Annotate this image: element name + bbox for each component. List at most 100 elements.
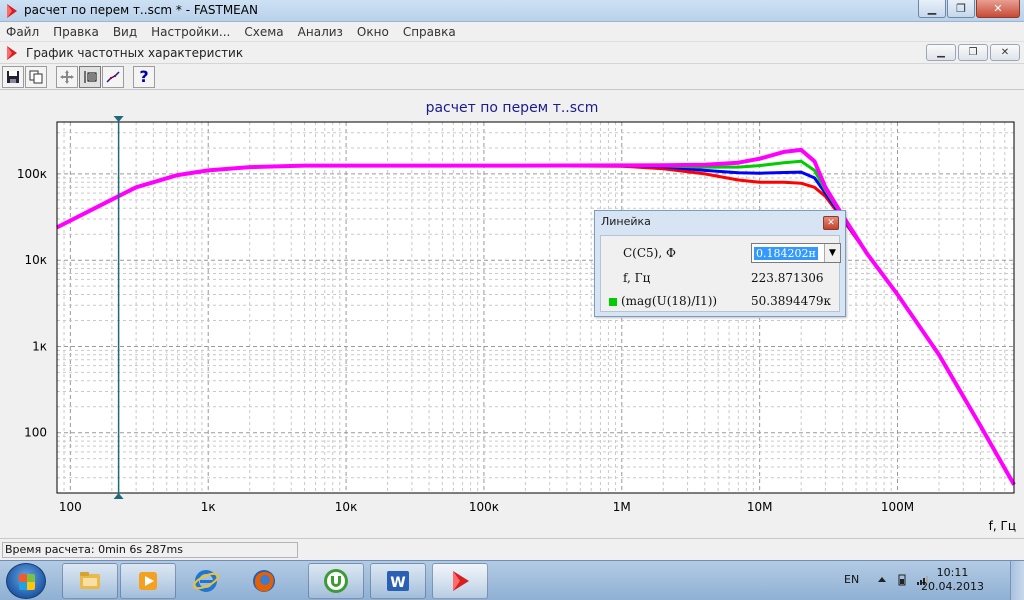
- ruler-dialog[interactable]: Линейка ✕ C(C5), Ф 0.184202н ▼ f, Гц 223…: [594, 210, 846, 317]
- clock-date: 20.04.2013: [921, 580, 984, 593]
- graph-window-icon[interactable]: [4, 45, 20, 61]
- calc-time-status: Время расчета: 0min 6s 287ms: [2, 542, 298, 558]
- param-label: C(C5), Ф: [623, 246, 676, 260]
- help-icon: ?: [139, 67, 149, 86]
- series-color-swatch: [609, 298, 617, 306]
- taskbar: W EN 10:11 20.04.2013: [0, 560, 1024, 600]
- x-tick-label: 10M: [747, 500, 773, 514]
- child-window-bar: График частотных характеристик ▁ ❐ ✕: [0, 42, 1024, 64]
- save-icon: [7, 70, 19, 83]
- menu-analysis[interactable]: Анализ: [291, 25, 350, 39]
- copy-button[interactable]: [25, 65, 47, 88]
- cursor-top-marker: [113, 116, 124, 122]
- ruler-icon: [84, 70, 97, 83]
- show-desktop-button[interactable]: [1010, 561, 1024, 600]
- param-value-select[interactable]: 0.184202н ▼: [751, 243, 841, 263]
- firefox-icon: [253, 570, 275, 592]
- menu-view[interactable]: Вид: [106, 25, 144, 39]
- restore-icon: ❐: [968, 47, 978, 58]
- chevron-down-icon[interactable]: ▼: [824, 244, 840, 262]
- frequency-value: 223.871306: [751, 271, 824, 285]
- window-title: расчет по перем т..scm * - FASTMEAN: [24, 3, 258, 17]
- svg-text:W: W: [390, 575, 405, 591]
- menu-window[interactable]: Окно: [350, 25, 396, 39]
- line-marker-icon: [106, 70, 120, 83]
- close-icon: ✕: [827, 218, 835, 228]
- internet-explorer-icon: [193, 570, 219, 592]
- restore-button[interactable]: ❐: [947, 0, 975, 18]
- y-tick-label: 10к: [24, 253, 47, 267]
- clock[interactable]: 10:11 20.04.2013: [921, 566, 984, 594]
- y-tick-label: 100к: [17, 167, 47, 181]
- language-indicator[interactable]: EN: [844, 573, 859, 586]
- folder-icon: [80, 572, 100, 589]
- word-icon: W: [387, 571, 409, 591]
- param-value: 0.184202н: [754, 246, 818, 260]
- taskbar-utorrent[interactable]: [308, 563, 364, 599]
- taskbar-internet-explorer[interactable]: [178, 563, 234, 599]
- y-tick-label: 1к: [32, 339, 47, 353]
- plot-background: [56, 121, 1015, 494]
- taskbar-explorer[interactable]: [62, 563, 118, 599]
- ruler-close-button[interactable]: ✕: [823, 216, 839, 230]
- taskbar-firefox[interactable]: [236, 563, 292, 599]
- pan-button[interactable]: [56, 65, 78, 88]
- x-tick-label: 10к: [335, 500, 358, 514]
- x-tick-label: 100: [59, 500, 82, 514]
- minimize-icon: ▁: [927, 2, 937, 15]
- taskbar-word[interactable]: W: [370, 563, 426, 599]
- clock-time: 10:11: [936, 566, 969, 579]
- close-icon: ✕: [1000, 47, 1010, 58]
- battery-icon[interactable]: [896, 574, 908, 586]
- menu-edit[interactable]: Правка: [46, 25, 106, 39]
- close-icon: ✕: [993, 2, 1003, 15]
- child-close-button[interactable]: ✕: [990, 44, 1020, 61]
- child-window-title: График частотных характеристик: [26, 46, 244, 60]
- app-window: расчет по перем т..scm * - FASTMEAN ▁ ❐ …: [0, 0, 1024, 600]
- minimize-button[interactable]: ▁: [918, 0, 946, 18]
- windows-logo-icon: [19, 574, 35, 590]
- menu-schematic[interactable]: Схема: [237, 25, 290, 39]
- x-tick-label: 1к: [201, 500, 216, 514]
- window-controls: ▁ ❐ ✕: [918, 0, 1020, 18]
- menu-settings[interactable]: Настройки...: [144, 25, 237, 39]
- minimize-icon: ▁: [937, 47, 945, 58]
- save-button[interactable]: [2, 65, 24, 88]
- fastmean-icon: [453, 571, 469, 591]
- plot-area[interactable]: расчет по перем т..scm 100 1к 10к 100к 1M 10M…: [0, 90, 1024, 538]
- taskbar-media-player[interactable]: [120, 563, 176, 599]
- menu-file[interactable]: Файл: [0, 25, 46, 39]
- help-button[interactable]: ?: [133, 65, 155, 88]
- menu-help[interactable]: Справка: [396, 25, 463, 39]
- frequency-chart[interactable]: 100 1к 10к 100к 1M 10M 100M 100 1к 10к 100к f, Гц: [0, 90, 1024, 538]
- child-minimize-button[interactable]: ▁: [926, 44, 956, 61]
- menu-bar: Файл Правка Вид Настройки... Схема Анали…: [0, 22, 1024, 42]
- frequency-label: f, Гц: [623, 271, 651, 285]
- start-button[interactable]: [6, 563, 46, 599]
- utorrent-icon: [324, 569, 348, 593]
- x-axis-label: f, Гц: [989, 519, 1016, 533]
- ruler-title: Линейка: [601, 215, 651, 228]
- move-icon: [60, 69, 74, 84]
- toolbar: ?: [0, 64, 1024, 90]
- y-tick-label: 100: [24, 426, 47, 440]
- marker-button[interactable]: [102, 65, 124, 88]
- system-tray: EN 10:11 20.04.2013: [824, 561, 1024, 600]
- cursor-bottom-marker: [113, 493, 124, 499]
- copy-icon: [29, 70, 43, 83]
- restore-icon: ❐: [956, 2, 966, 15]
- taskbar-fastmean[interactable]: [432, 563, 488, 599]
- status-bar: Время расчета: 0min 6s 287ms: [0, 538, 1024, 560]
- show-hidden-icons-icon[interactable]: [876, 574, 888, 586]
- child-window-controls: ▁ ❐ ✕: [926, 44, 1020, 61]
- child-restore-button[interactable]: ❐: [958, 44, 988, 61]
- fastmean-app-icon[interactable]: [4, 3, 20, 19]
- ruler-button[interactable]: [79, 65, 101, 88]
- magnitude-value: 50.3894479к: [751, 294, 832, 308]
- x-tick-label: 100к: [469, 500, 499, 514]
- media-player-icon: [139, 572, 157, 590]
- x-tick-label: 100M: [881, 500, 914, 514]
- close-button[interactable]: ✕: [976, 0, 1020, 18]
- ruler-body: C(C5), Ф 0.184202н ▼ f, Гц 223.871306 (m…: [600, 235, 841, 312]
- title-bar: расчет по перем т..scm * - FASTMEAN ▁ ❐ …: [0, 0, 1024, 22]
